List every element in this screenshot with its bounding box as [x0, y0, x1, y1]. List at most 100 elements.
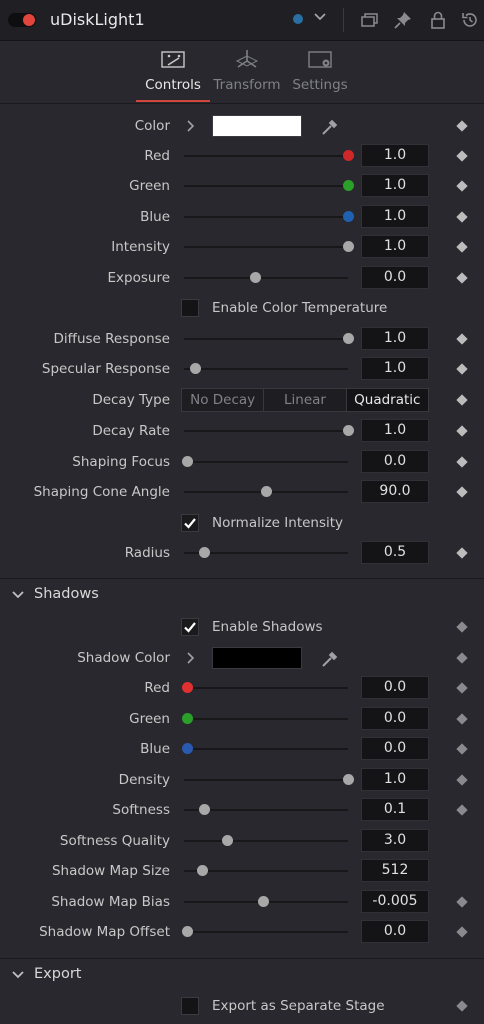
- keyframe-diamond[interactable]: [456, 896, 468, 908]
- slider-thumb[interactable]: [182, 713, 194, 724]
- radius-slider[interactable]: [184, 547, 348, 558]
- chevron-down-icon[interactable]: [313, 10, 327, 24]
- decay-rate-value[interactable]: 1.0: [361, 419, 429, 442]
- softness-value[interactable]: 0.1: [361, 798, 429, 821]
- shadow-map-bias-value[interactable]: -0.005: [361, 890, 429, 913]
- keyframe-diamond[interactable]: [456, 120, 468, 132]
- keyframe-diamond[interactable]: [456, 394, 468, 406]
- shadow-map-bias-slider[interactable]: [184, 896, 348, 907]
- lock-icon[interactable]: [428, 10, 448, 30]
- keyframe-diamond[interactable]: [456, 333, 468, 345]
- shadow-map-offset-value[interactable]: 0.0: [361, 920, 429, 943]
- keyframe-diamond[interactable]: [456, 804, 468, 816]
- shadow-blue-value[interactable]: 0.0: [361, 737, 429, 760]
- slider-thumb[interactable]: [197, 865, 209, 876]
- green-value[interactable]: 1.0: [361, 174, 429, 197]
- versions-icon[interactable]: [360, 10, 380, 30]
- keyframe-diamond[interactable]: [456, 652, 468, 664]
- radius-value[interactable]: 0.5: [361, 541, 429, 564]
- keyframe-diamond[interactable]: [456, 743, 468, 755]
- enable-color-temperature-checkbox[interactable]: [181, 299, 199, 317]
- decay-rate-slider[interactable]: [184, 425, 354, 436]
- keyframe-diamond[interactable]: [456, 774, 468, 786]
- slider-thumb[interactable]: [343, 150, 354, 161]
- diffuse-response-value[interactable]: 1.0: [361, 327, 429, 350]
- tab-settings[interactable]: Settings: [284, 41, 356, 103]
- slider-thumb[interactable]: [198, 547, 210, 558]
- slider-thumb[interactable]: [182, 743, 194, 754]
- keyframe-diamond[interactable]: [456, 241, 468, 253]
- pin-icon[interactable]: [393, 10, 413, 30]
- shadow-red-value[interactable]: 0.0: [361, 676, 429, 699]
- shadow-green-slider[interactable]: [182, 713, 348, 724]
- keyframe-diamond[interactable]: [456, 211, 468, 223]
- keyframe-diamond[interactable]: [456, 272, 468, 284]
- chevron-right-icon[interactable]: [186, 651, 196, 665]
- red-value[interactable]: 1.0: [361, 144, 429, 167]
- keyframe-diamond[interactable]: [456, 682, 468, 694]
- slider-thumb[interactable]: [343, 180, 354, 191]
- shaping-focus-slider[interactable]: [182, 456, 348, 467]
- keyframe-diamond[interactable]: [456, 547, 468, 559]
- shadow-map-offset-slider[interactable]: [182, 926, 348, 937]
- eyedropper-icon[interactable]: [320, 117, 340, 137]
- keyframe-diamond[interactable]: [456, 713, 468, 725]
- blue-slider[interactable]: [184, 211, 354, 222]
- shadow-blue-slider[interactable]: [182, 743, 348, 754]
- reset-icon[interactable]: [460, 10, 480, 30]
- intensity-slider[interactable]: [184, 241, 354, 252]
- softness-quality-value[interactable]: 3.0: [361, 829, 429, 852]
- shaping-cone-angle-value[interactable]: 90.0: [361, 480, 429, 503]
- diffuse-response-slider[interactable]: [184, 333, 354, 344]
- intensity-value[interactable]: 1.0: [361, 235, 429, 258]
- shadow-green-value[interactable]: 0.0: [361, 707, 429, 730]
- red-slider[interactable]: [184, 150, 354, 161]
- color-swatch[interactable]: [212, 115, 302, 137]
- shadow-map-size-slider[interactable]: [184, 865, 348, 876]
- softness-quality-slider[interactable]: [184, 835, 348, 846]
- slider-thumb[interactable]: [343, 425, 354, 436]
- keyframe-diamond[interactable]: [456, 486, 468, 498]
- blue-value[interactable]: 1.0: [361, 205, 429, 228]
- enable-shadows-checkbox[interactable]: [181, 618, 199, 636]
- keyframe-diamond[interactable]: [456, 425, 468, 437]
- slider-thumb[interactable]: [182, 456, 194, 467]
- eyedropper-icon[interactable]: [320, 649, 340, 669]
- node-enable-toggle[interactable]: [8, 13, 36, 27]
- shadow-color-swatch[interactable]: [212, 647, 302, 669]
- density-value[interactable]: 1.0: [361, 768, 429, 791]
- green-slider[interactable]: [184, 180, 354, 191]
- tab-controls[interactable]: Controls: [136, 41, 210, 103]
- keyframe-diamond[interactable]: [456, 621, 468, 633]
- specular-response-value[interactable]: 1.0: [361, 357, 429, 380]
- keyframe-diamond[interactable]: [456, 1000, 468, 1012]
- decay-option-linear[interactable]: Linear: [264, 389, 347, 411]
- keyframe-diamond[interactable]: [456, 363, 468, 375]
- slider-thumb[interactable]: [261, 486, 272, 497]
- shadow-map-size-value[interactable]: 512: [361, 859, 429, 882]
- decay-option-no-decay[interactable]: No Decay: [182, 389, 265, 411]
- node-color-dot[interactable]: [293, 14, 303, 24]
- slider-thumb[interactable]: [249, 272, 261, 283]
- density-slider[interactable]: [184, 774, 354, 785]
- decay-option-quadratic[interactable]: Quadratic: [346, 389, 428, 411]
- keyframe-diamond[interactable]: [456, 150, 468, 162]
- shadows-section-header[interactable]: Shadows: [0, 578, 484, 609]
- normalize-intensity-checkbox[interactable]: [181, 514, 199, 532]
- export-section-header[interactable]: Export: [0, 958, 484, 989]
- exposure-value[interactable]: 0.0: [361, 266, 429, 289]
- keyframe-diamond[interactable]: [456, 180, 468, 192]
- exposure-slider[interactable]: [184, 272, 348, 283]
- specular-response-slider[interactable]: [184, 363, 348, 374]
- export-separate-stage-checkbox[interactable]: [181, 997, 199, 1015]
- shaping-focus-value[interactable]: 0.0: [361, 450, 429, 473]
- slider-thumb[interactable]: [198, 804, 210, 815]
- tab-transform[interactable]: Transform: [210, 41, 284, 103]
- keyframe-diamond[interactable]: [456, 926, 468, 938]
- chevron-right-icon[interactable]: [186, 119, 196, 133]
- slider-thumb[interactable]: [343, 774, 354, 785]
- shadow-red-slider[interactable]: [182, 682, 348, 693]
- slider-thumb[interactable]: [343, 333, 354, 344]
- slider-thumb[interactable]: [257, 896, 269, 907]
- slider-thumb[interactable]: [190, 363, 202, 374]
